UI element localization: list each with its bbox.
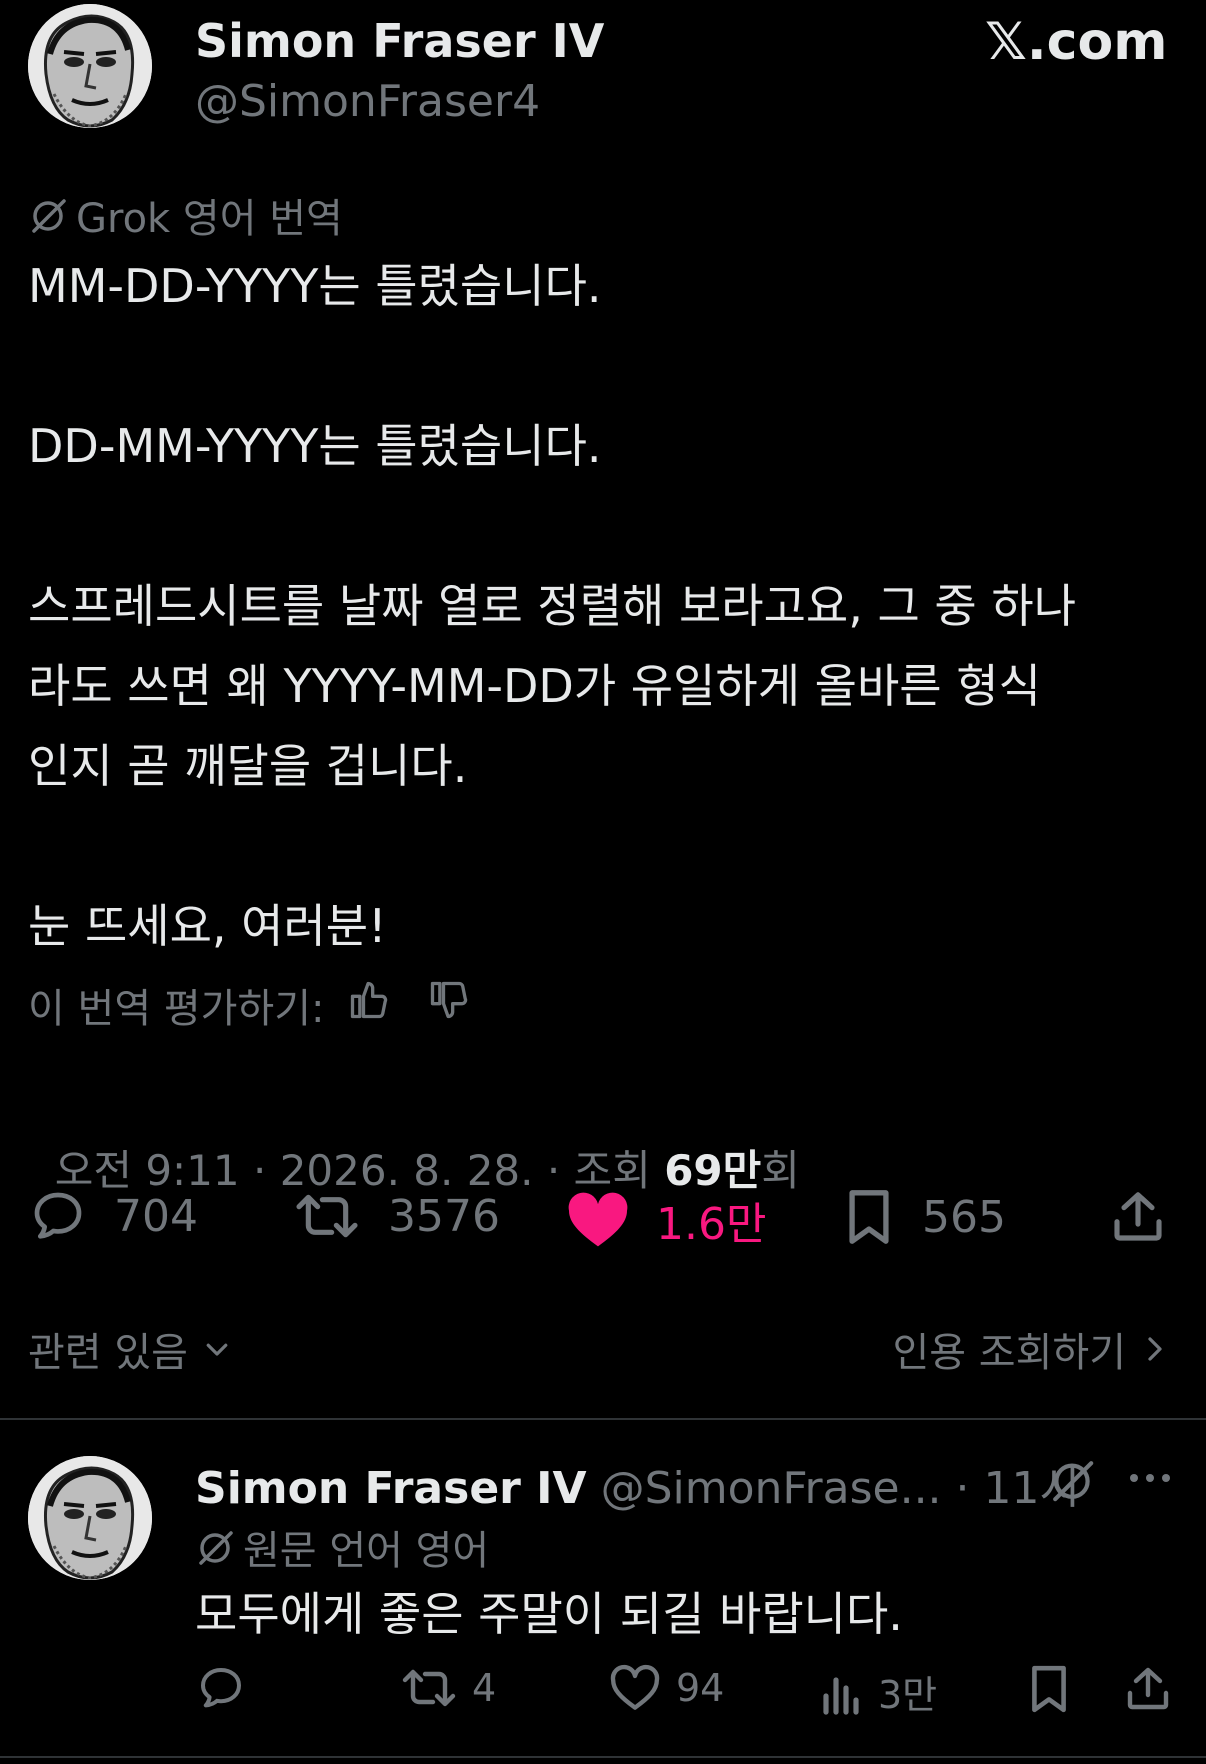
reply-author-handle[interactable]: @SimonFrase... — [601, 1463, 942, 1514]
post-paragraph: MM-DD-YYYY는 틀렸습니다. — [28, 259, 602, 313]
reply-views-button[interactable]: 3만 — [820, 1664, 937, 1719]
related-dropdown[interactable]: 관련 있음 — [28, 1320, 232, 1378]
original-language-row: 원문 언어 영어 — [195, 1518, 489, 1576]
share-button[interactable] — [1110, 1188, 1166, 1250]
author-handle[interactable]: @SimonFraser4 — [195, 76, 540, 127]
rate-translation-row: 이 번역 평가하기: — [28, 976, 471, 1034]
reply-count: 704 — [114, 1190, 198, 1242]
share-icon — [1127, 1667, 1169, 1710]
reply-like-count: 94 — [676, 1666, 725, 1710]
related-label: 관련 있음 — [28, 1330, 188, 1376]
translation-label: Grok 영어 번역 — [76, 196, 343, 242]
grok-icon — [199, 1531, 233, 1565]
repost-icon — [296, 1194, 358, 1238]
heart-icon — [610, 1664, 660, 1710]
chevron-down-icon — [206, 1343, 228, 1356]
share-icon — [1114, 1192, 1162, 1241]
heart-filled-icon — [568, 1192, 628, 1247]
repost-button[interactable]: 3576 — [292, 1188, 500, 1244]
views-suffix: 회 — [761, 1146, 800, 1195]
reply-icon — [201, 1668, 241, 1708]
reply-icon — [34, 1192, 82, 1239]
reply-reply-button[interactable] — [195, 1664, 261, 1712]
view-quotes-link[interactable]: 인용 조회하기 — [892, 1320, 1168, 1378]
post-meta: 오전 9:11 · 2026. 8. 28. · 조회 69만회 — [28, 1088, 800, 1198]
thumbs-down-icon[interactable] — [427, 978, 471, 1032]
reply-repost-count: 4 — [472, 1666, 497, 1710]
grok-icon — [32, 199, 66, 233]
bookmark-icon — [1032, 1665, 1066, 1713]
reply-repost-button[interactable]: 4 — [400, 1664, 496, 1712]
reply-author-name[interactable]: Simon Fraser IV — [195, 1463, 587, 1514]
views-icon — [823, 1676, 859, 1715]
rate-translation-label: 이 번역 평가하기: — [28, 986, 325, 1032]
reply-views-count: 3만 — [878, 1673, 938, 1717]
like-button[interactable]: 1.6만 — [566, 1188, 766, 1252]
more-options-icon[interactable] — [1130, 1474, 1170, 1482]
author-name[interactable]: Simon Fraser IV — [195, 14, 604, 68]
post-paragraph: DD-MM-YYYY는 틀렸습니다. — [28, 419, 602, 473]
repost-count: 3576 — [388, 1190, 500, 1242]
chevron-right-icon — [1148, 1337, 1162, 1361]
repost-icon — [402, 1669, 456, 1707]
view-quotes-label: 인용 조회하기 — [892, 1330, 1126, 1376]
original-language-label: 원문 언어 영어 — [243, 1528, 490, 1574]
reply-share-button[interactable] — [1124, 1664, 1172, 1718]
reply-header: Simon Fraser IV @SimonFrase... · 11시 — [195, 1452, 1080, 1516]
bottom-divider — [0, 1756, 1206, 1758]
post-paragraph: 스프레드시트를 날짜 열로 정렬해 보라고요, 그 중 하나 라도 쓰면 왜 Y… — [28, 579, 1077, 793]
avatar-portrait-image — [28, 4, 152, 128]
bookmark-icon — [849, 1190, 889, 1244]
author-avatar[interactable] — [28, 4, 152, 128]
avatar-portrait-image — [28, 1456, 152, 1580]
reply-like-button[interactable]: 94 — [608, 1664, 724, 1712]
reply-text: 모두에게 좋은 주말이 되길 바랍니다. — [195, 1587, 903, 1641]
reply-bookmark-button[interactable] — [1026, 1664, 1072, 1718]
translation-label-row: Grok 영어 번역 — [28, 186, 343, 244]
reply-author-avatar[interactable] — [28, 1456, 152, 1580]
thumbs-up-icon[interactable] — [347, 978, 391, 1032]
grok-icon — [1053, 1461, 1094, 1502]
bookmark-count: 565 — [922, 1191, 1006, 1243]
bookmark-button[interactable]: 565 — [842, 1188, 1006, 1246]
like-count: 1.6만 — [656, 1199, 767, 1250]
site-brand: 𝕏.com — [985, 12, 1168, 72]
reply-grok-icon[interactable] — [1048, 1456, 1096, 1508]
section-divider — [0, 1418, 1206, 1420]
post-paragraph: 눈 뜨세요, 여러분! — [28, 899, 387, 953]
reply-button[interactable]: 704 — [28, 1188, 198, 1244]
